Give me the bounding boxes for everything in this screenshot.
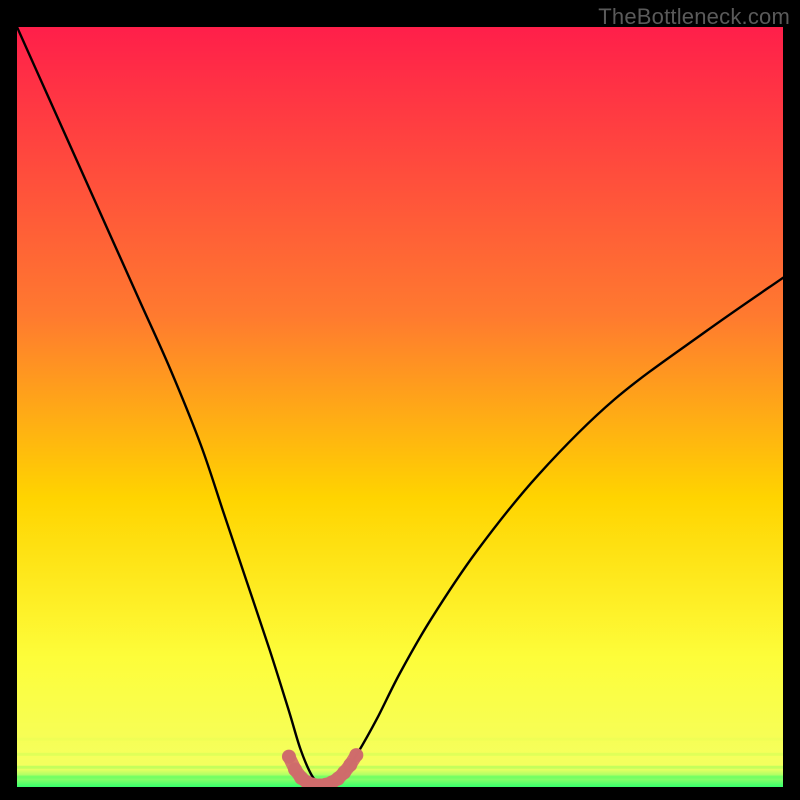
bottleneck-plot: [17, 27, 783, 787]
watermark-text: TheBottleneck.com: [598, 4, 790, 30]
chart-frame: TheBottleneck.com: [0, 0, 800, 800]
plot-svg: [17, 27, 783, 787]
